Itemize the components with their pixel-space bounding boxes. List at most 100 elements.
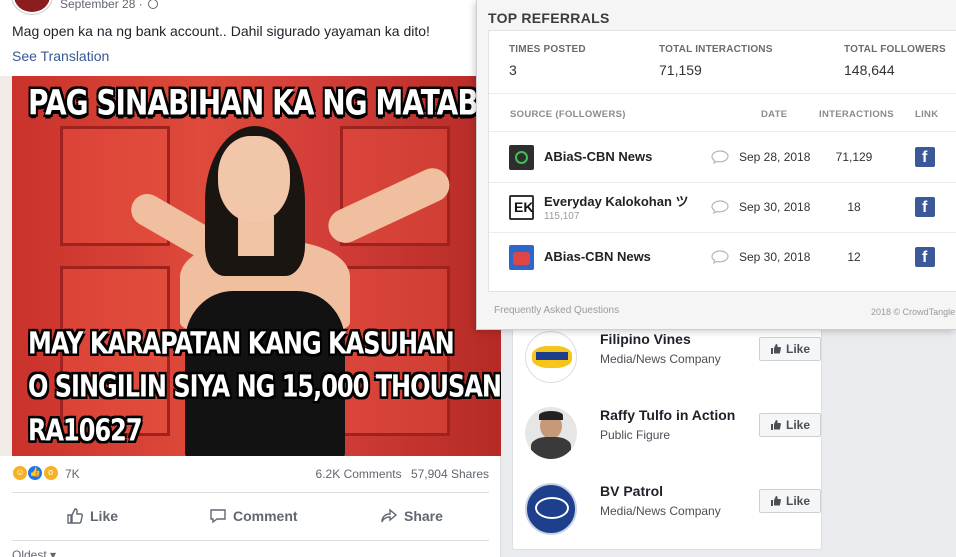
see-translation-link[interactable]: See Translation	[12, 48, 109, 64]
meme-caption-line: MAY KARAPATAN KANG KASUHAN	[28, 326, 455, 361]
referral-interactions: 12	[847, 250, 861, 264]
like-button-label: Like	[785, 494, 810, 508]
comment-button[interactable]: Comment	[209, 500, 298, 532]
like-page-button[interactable]: Like	[759, 413, 821, 437]
post-date-text[interactable]: September 28	[60, 0, 135, 11]
bv-patrol-avatar[interactable]	[525, 483, 577, 535]
raffy-tulfo-avatar[interactable]	[525, 407, 577, 459]
column-header-interactions: INTERACTIONS	[819, 109, 894, 120]
divider	[489, 93, 956, 94]
referral-interactions: 71,129	[835, 150, 873, 164]
like-page-button[interactable]: Like	[759, 489, 821, 513]
shares-count[interactable]: 57,904 Shares	[411, 467, 489, 481]
share-icon	[381, 508, 398, 523]
thumbs-up-icon	[67, 508, 83, 524]
facebook-link-icon[interactable]: f	[915, 247, 935, 267]
person-neck	[238, 216, 274, 256]
thumbs-up-icon	[770, 344, 781, 354]
stat-value: 3	[509, 62, 517, 78]
sort-label: Oldest	[12, 548, 47, 557]
suggestion-name[interactable]: Filipino Vines	[600, 331, 691, 347]
stat-label: TIMES POSTED	[509, 44, 586, 55]
referral-source-name[interactable]: ABiaS-CBN News	[544, 149, 652, 164]
top-referrals-title: TOP REFERRALS	[488, 10, 610, 26]
reaction-icons[interactable]: ☺ 👍 o	[12, 465, 59, 481]
reactions-row: ☺ 👍 o 7K 6.2K Comments 57,904 Shares	[12, 465, 489, 485]
referral-row: ABias-CBN News Sep 30, 2018 12 f	[489, 232, 956, 282]
referral-interactions: 18	[847, 200, 861, 214]
meme-caption-line: O SINGILIN SIYA NG 15,000 THOUSAND -	[28, 369, 501, 404]
everyday-kalokohan-logo: EK	[509, 195, 534, 220]
referral-row: ABiaS-CBN News Sep 28, 2018 71,129 f	[489, 132, 956, 182]
suggestion-name[interactable]: Raffy Tulfo in Action	[600, 407, 735, 423]
abs-cbn-logo	[509, 145, 534, 170]
comments-count[interactable]: 6.2K Comments	[316, 467, 402, 481]
referral-row: EK Everyday Kalokohan ツ 115,107 Sep 30, …	[489, 182, 956, 232]
referral-date: Sep 30, 2018	[739, 200, 811, 214]
column-header-link: LINK	[915, 109, 939, 120]
stat-total-interactions: TOTAL INTERACTIONS 71,159	[659, 44, 773, 78]
thumbs-up-icon	[770, 420, 781, 430]
column-header-source: SOURCE (FOLLOWERS)	[510, 109, 626, 120]
abias-cbn-logo	[509, 245, 534, 270]
stat-times-posted: TIMES POSTED 3	[509, 44, 586, 78]
share-button[interactable]: Share	[380, 500, 443, 532]
globe-icon	[148, 0, 159, 9]
thumbs-up-icon	[770, 496, 781, 506]
post-text: Mag open ka na ng bank account.. Dahil s…	[12, 23, 430, 39]
like-reaction-icon: 👍	[27, 465, 44, 481]
faq-link[interactable]: Frequently Asked Questions	[494, 305, 619, 316]
like-button-label: Like	[785, 342, 810, 356]
like-button-label: Like	[90, 508, 119, 524]
comment-icon	[711, 200, 729, 214]
stat-label: TOTAL FOLLOWERS	[844, 44, 946, 55]
suggestion-item: Raffy Tulfo in Action Public Figure Like	[525, 407, 821, 465]
stat-total-followers: TOTAL FOLLOWERS 148,644	[844, 44, 946, 78]
reaction-count[interactable]: 7K	[65, 467, 80, 481]
referral-date: Sep 28, 2018	[739, 150, 811, 164]
wow-reaction-icon: o	[42, 465, 59, 481]
stat-value: 148,644	[844, 62, 895, 78]
comment-icon	[711, 150, 729, 164]
suggestion-category: Public Figure	[600, 428, 671, 442]
comment-icon	[210, 509, 226, 524]
like-button-label: Like	[785, 418, 810, 432]
referrals-panel: TIMES POSTED 3 TOTAL INTERACTIONS 71,159…	[488, 30, 956, 292]
divider	[12, 492, 489, 493]
comment-button-label: Comment	[233, 508, 298, 524]
post-card: September 28 · Mag open ka na ng bank ac…	[0, 0, 501, 557]
haha-reaction-icon: ☺	[12, 465, 28, 481]
wall	[0, 76, 12, 456]
page-suggestions: Filipino Vines Media/News Company Like R…	[512, 318, 822, 550]
post-date[interactable]: September 28 ·	[60, 0, 159, 11]
like-page-button[interactable]: Like	[759, 337, 821, 361]
like-button[interactable]: Like	[66, 500, 118, 532]
referral-source-name[interactable]: Everyday Kalokohan ツ	[544, 191, 689, 210]
suggestion-category: Media/News Company	[600, 504, 721, 518]
stat-label: TOTAL INTERACTIONS	[659, 44, 773, 55]
column-header-date: DATE	[761, 109, 788, 120]
facebook-link-icon[interactable]: f	[915, 147, 935, 167]
person-face	[218, 136, 290, 222]
meme-caption-line: RA10627	[28, 413, 143, 448]
suggestion-category: Media/News Company	[600, 352, 721, 366]
page-avatar[interactable]	[12, 0, 52, 14]
copyright-text: 2018 © CrowdTangle	[871, 307, 956, 317]
suggestion-item: BV Patrol Media/News Company Like	[525, 483, 821, 541]
referral-source-name[interactable]: ABias-CBN News	[544, 249, 651, 264]
divider	[12, 540, 489, 541]
meme-top-text: PAG SINABIHAN KA NG MATABA	[28, 82, 499, 124]
stat-value: 71,159	[659, 62, 702, 78]
caret-down-icon: ▾	[50, 548, 57, 557]
comment-sort-dropdown[interactable]: Oldest ▾	[12, 548, 56, 557]
post-image[interactable]: PAG SINABIHAN KA NG MATABA MAY KARAPATAN…	[0, 76, 501, 456]
suggestion-name[interactable]: BV Patrol	[600, 483, 663, 499]
share-button-label: Share	[404, 508, 443, 524]
referral-followers: 115,107	[544, 211, 580, 222]
filipino-vines-avatar[interactable]	[525, 331, 577, 383]
comment-icon	[711, 250, 729, 264]
suggestion-item: Filipino Vines Media/News Company Like	[525, 331, 821, 389]
referral-date: Sep 30, 2018	[739, 250, 811, 264]
facebook-link-icon[interactable]: f	[915, 197, 935, 217]
top-referrals-popup: TOP REFERRALS TIMES POSTED 3 TOTAL INTER…	[476, 0, 956, 330]
